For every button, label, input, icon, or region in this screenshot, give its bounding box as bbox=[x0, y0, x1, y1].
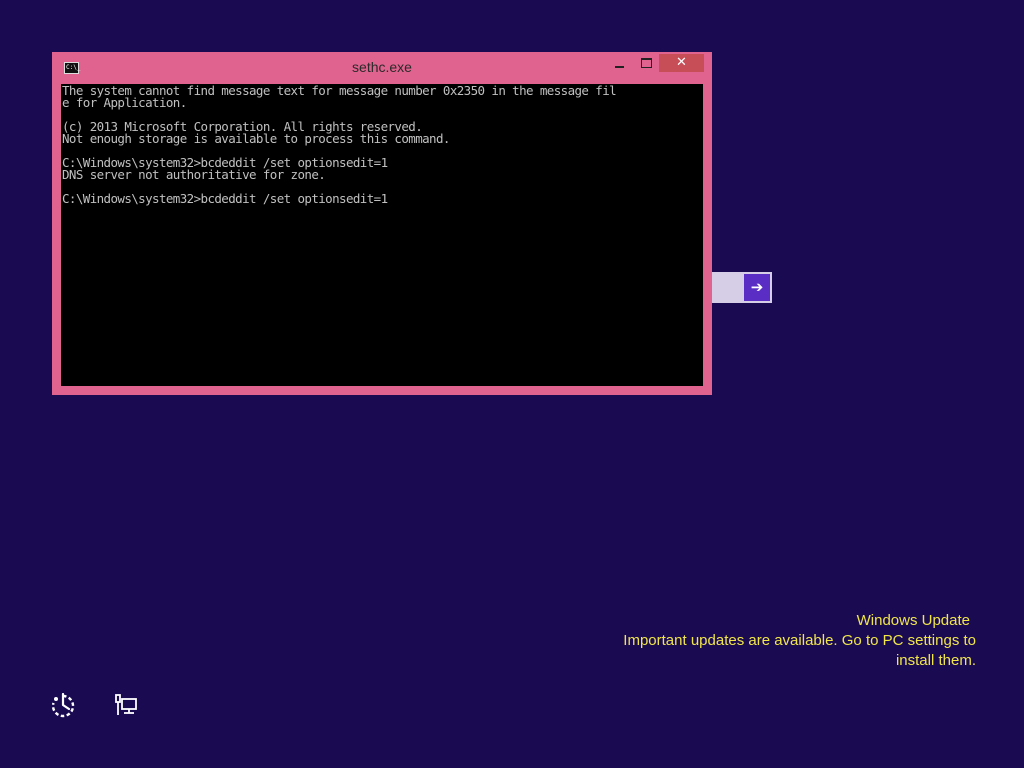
cmd-window: C:\_ sethc.exe ✕ The system cannot find … bbox=[52, 52, 712, 395]
submit-arrow-button[interactable]: ➔ bbox=[742, 272, 772, 303]
lock-screen: C:\_ sethc.exe ✕ The system cannot find … bbox=[0, 0, 1024, 768]
console-prompt-line: C:\Windows\system32>bcdeddit /set option… bbox=[62, 191, 388, 206]
console-line: e for Application. bbox=[62, 95, 187, 110]
arrow-right-icon: ➔ bbox=[750, 278, 764, 296]
console-output: The system cannot find message text for … bbox=[62, 84, 617, 206]
password-field-strip[interactable] bbox=[712, 272, 742, 303]
console-line: Not enough storage is available to proce… bbox=[62, 131, 450, 146]
maximize-button[interactable] bbox=[633, 54, 659, 72]
console-area[interactable]: The system cannot find message text for … bbox=[61, 84, 703, 386]
notification-title: Windows Update bbox=[856, 612, 970, 629]
minimize-button[interactable] bbox=[606, 54, 633, 72]
title-bar[interactable]: C:\_ sethc.exe ✕ bbox=[52, 52, 712, 84]
console-line: DNS server not authoritative for zone. bbox=[62, 167, 326, 182]
ease-of-access-icon[interactable] bbox=[50, 692, 76, 719]
notification-body-cont: install them. bbox=[895, 652, 976, 669]
windows-update-notification[interactable]: Windows Update Important updates are ava… bbox=[556, 611, 976, 671]
network-icon[interactable] bbox=[114, 693, 140, 719]
close-button[interactable]: ✕ bbox=[659, 54, 704, 72]
notification-body: Important updates are available. Go to P… bbox=[623, 632, 976, 649]
